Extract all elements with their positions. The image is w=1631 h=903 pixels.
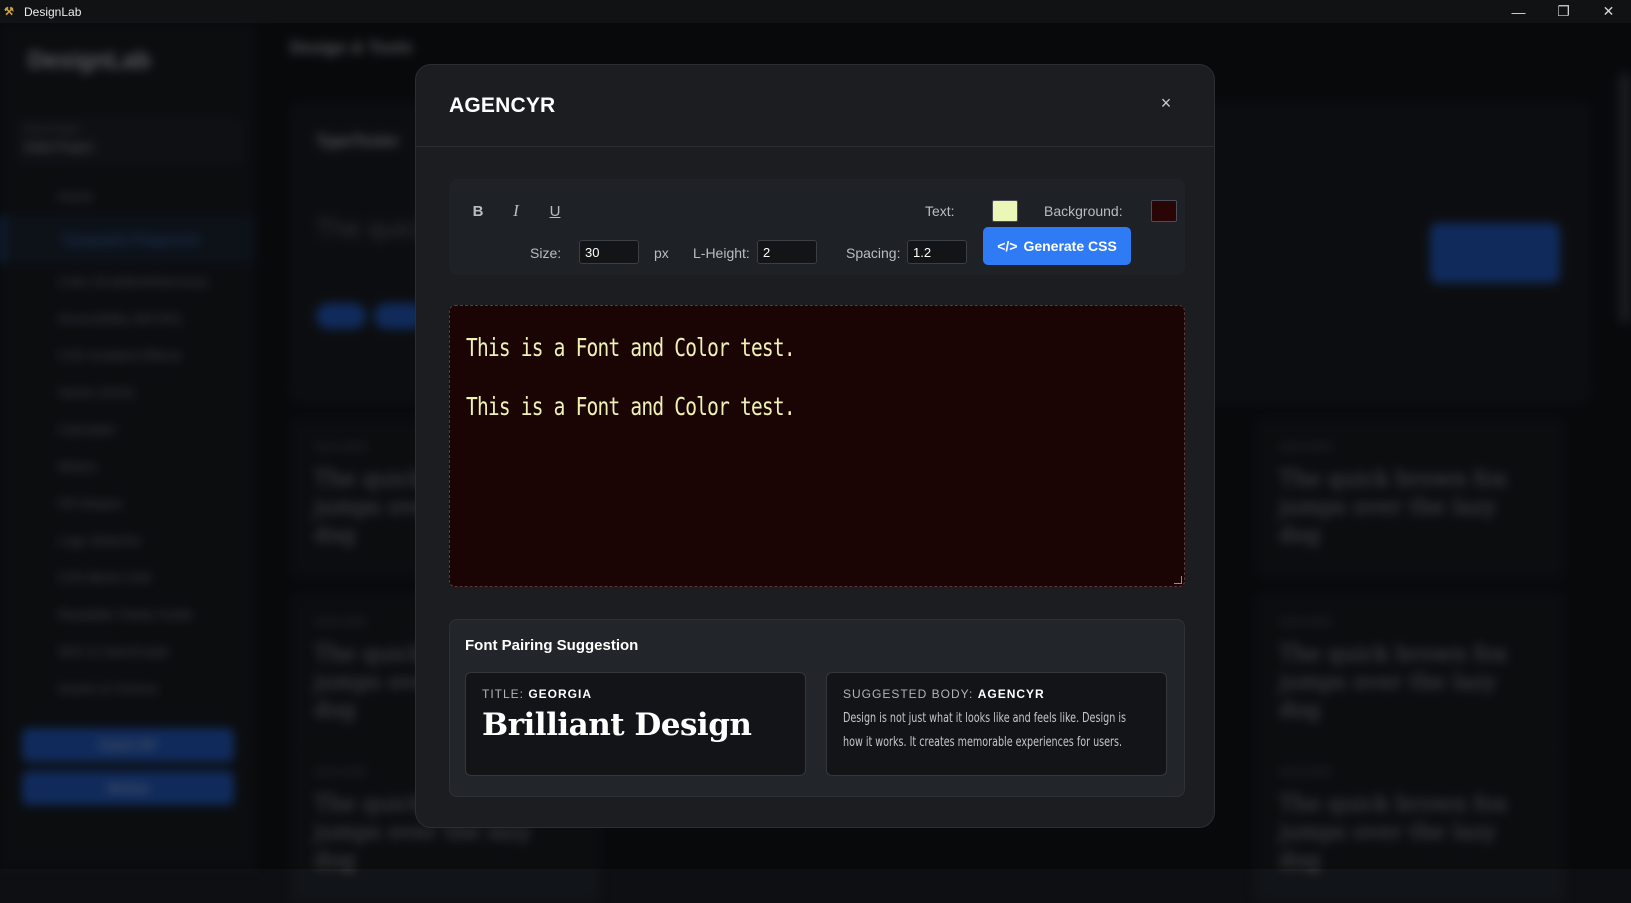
line-height-input[interactable] [757,240,817,264]
font-preview-textarea[interactable]: This is a Font and Color test. This is a… [449,305,1185,587]
size-input[interactable] [579,240,639,264]
size-label: Size: [530,245,562,261]
app-logo-icon: ⚒ [4,5,14,18]
bold-button[interactable]: B [464,197,492,225]
text-color-swatch[interactable] [992,200,1018,222]
line-height-label: L-Height: [693,245,750,261]
close-icon[interactable]: × [1154,91,1178,115]
spacing-label: Spacing: [846,245,901,261]
background-color-swatch[interactable] [1151,200,1177,222]
minimize-button[interactable]: — [1496,0,1541,23]
italic-button[interactable]: I [502,197,530,225]
size-unit: px [654,245,669,261]
maximize-button[interactable]: ❐ [1541,0,1586,23]
spacing-input[interactable] [907,240,967,264]
modal-title: AGENCYR [449,94,556,117]
underline-button[interactable]: U [541,197,569,225]
generate-css-label: Generate CSS [1023,238,1117,254]
background-color-label: Background: [1044,203,1123,219]
title-sample: Brilliant Design [482,707,752,743]
pairing-title: Font Pairing Suggestion [465,637,639,654]
generate-css-button[interactable]: </> Generate CSS [983,227,1131,265]
title-pairing-label: TITLE: GEORGIA [482,687,593,701]
window-controls: — ❐ ✕ [1496,0,1631,23]
body-sample: Design is not just what it looks like an… [843,711,1126,750]
window-title: DesignLab [24,4,82,19]
close-window-button[interactable]: ✕ [1586,0,1631,23]
modal-header: AGENCYR × [416,65,1214,147]
code-icon: </> [997,238,1018,254]
font-detail-modal: AGENCYR × B I U Text: Background: Size: … [415,64,1215,828]
body-pairing-label: SUGGESTED BODY: AGENCYR [843,687,1045,701]
body-pairing-card: SUGGESTED BODY: AGENCYR Design is not ju… [826,672,1167,776]
text-color-label: Text: [925,203,955,219]
resize-handle[interactable] [1174,576,1182,584]
preview-line: This is a Font and Color test. [466,392,796,421]
title-bar: ⚒ DesignLab — ❐ ✕ [0,0,1631,23]
preview-line: This is a Font and Color test. [466,333,796,362]
title-pairing-card: TITLE: GEORGIA Brilliant Design [465,672,806,776]
font-pairing-section: Font Pairing Suggestion TITLE: GEORGIA B… [449,619,1185,797]
